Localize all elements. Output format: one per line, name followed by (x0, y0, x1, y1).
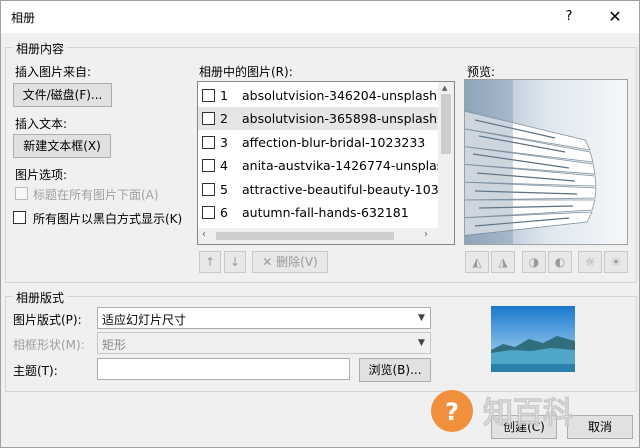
album-layout-group-label: 相册版式 (13, 289, 68, 306)
newspaper-stack-image (465, 80, 627, 244)
increase-brightness-button[interactable]: ☼ (578, 251, 602, 273)
remove-button[interactable]: ✕ 删除(V) (252, 251, 328, 273)
list-item-filename: anita-austvika-1426774-unsplash (242, 158, 452, 174)
scrollbar-corner (438, 228, 454, 244)
list-item-checkbox[interactable] (202, 112, 215, 126)
list-item[interactable]: 3 affection-blur-bridal-1023233 (198, 131, 438, 154)
list-item[interactable]: 2 absolutvision-365898-unsplash (198, 107, 438, 131)
caption-below-checkbox[interactable] (15, 187, 28, 200)
file-disk-button[interactable]: 文件/磁盘(F)... (13, 83, 112, 107)
decrease-brightness-button[interactable]: ☀ (604, 251, 628, 273)
scroll-left-icon[interactable]: ‹ (202, 229, 206, 240)
insert-picture-label: 插入图片来自: (15, 65, 92, 79)
help-button[interactable]: ? (557, 5, 581, 29)
list-item-filename: autumn-fall-hands-632181 (242, 205, 409, 220)
list-item-number: 2 (220, 111, 228, 127)
rotate-left-button[interactable]: ◭ (465, 251, 489, 273)
picture-layout-select[interactable]: 适应幻灯片尺寸 ▼ (97, 307, 431, 329)
pictures-listbox[interactable]: 1 absolutvision-346204-unsplash 2 absolutvi… (197, 81, 455, 245)
move-down-button[interactable]: ↓ (224, 251, 246, 273)
list-item-filename: absolutvision-365898-unsplash (242, 111, 438, 127)
decrease-contrast-button[interactable]: ◐ (548, 251, 572, 273)
album-content-group-label: 相册内容 (13, 40, 68, 57)
increase-contrast-button[interactable]: ◑ (522, 251, 546, 273)
caption-below-label: 标题在所有图片下面(A) (33, 188, 159, 202)
photo-album-dialog: 相册 ? ✕ 相册内容 插入图片来自: 文件/磁盘(F)... 插入文本: 新建… (0, 0, 640, 448)
black-white-label: 所有图片以黑白方式显示(K) (33, 212, 183, 226)
contrast-up-icon: ◑ (528, 255, 540, 269)
frame-shape-label: 相框形状(M): (13, 338, 85, 352)
list-item-checkbox[interactable] (202, 89, 215, 102)
list-item-number: 3 (220, 134, 228, 150)
scroll-right-icon[interactable]: › (424, 229, 428, 240)
horizontal-scrollbar[interactable]: ‹ › (198, 228, 438, 244)
list-item-number: 6 (220, 205, 228, 220)
layout-preview-image (491, 306, 575, 372)
window-title: 相册 (11, 11, 36, 25)
landscape-thumbnail (491, 306, 575, 372)
theme-label: 主题(T): (13, 364, 58, 378)
picture-options-label: 图片选项: (15, 168, 68, 182)
scroll-up-icon[interactable]: ▲ (442, 84, 447, 92)
vertical-scrollbar[interactable]: ▲ (438, 82, 454, 228)
watermark-question-icon: ? (445, 398, 459, 426)
list-item-checkbox[interactable] (202, 182, 215, 196)
remove-icon: ✕ (262, 255, 273, 269)
picture-layout-value: 适应幻灯片尺寸 (102, 313, 187, 327)
browse-button[interactable]: 浏览(B)... (359, 358, 431, 382)
preview-label: 预览: (467, 65, 496, 79)
list-item-number: 1 (220, 88, 228, 103)
list-item-filename: affection-blur-bridal-1023233 (242, 134, 426, 150)
picture-layout-label: 图片版式(P): (13, 313, 82, 327)
rotate-right-button[interactable]: ◮ (491, 251, 515, 273)
list-item-filename: attractive-beautiful-beauty-1030 (242, 181, 447, 197)
list-item-number: 4 (220, 158, 228, 174)
black-white-checkbox[interactable] (13, 211, 26, 224)
vertical-scroll-thumb[interactable] (441, 94, 451, 154)
site-watermark: ? 知百科 (425, 381, 639, 445)
arrow-up-icon: ↑ (204, 255, 216, 269)
frame-shape-value: 矩形 (102, 338, 127, 352)
move-up-button[interactable]: ↑ (199, 251, 221, 273)
list-item-filename: absolutvision-346204-unsplash (242, 88, 438, 103)
brightness-down-icon: ☀ (610, 255, 622, 269)
rotate-right-icon: ◮ (498, 255, 508, 269)
remove-label: 删除(V) (276, 255, 318, 269)
list-item-number: 5 (220, 181, 228, 197)
close-button[interactable]: ✕ (601, 5, 629, 29)
list-item[interactable]: 6 autumn-fall-hands-632181 (198, 201, 438, 224)
rotate-left-icon: ◭ (472, 255, 482, 269)
watermark-text: 知百科 (483, 396, 573, 431)
list-item[interactable]: 4 anita-austvika-1426774-unsplash (198, 154, 451, 177)
watermark-logo: ? 知百科 (431, 390, 573, 432)
chevron-down-icon: ▼ (418, 313, 425, 323)
brightness-up-icon: ☼ (584, 255, 596, 269)
insert-text-label: 插入文本: (15, 117, 68, 131)
list-item-checkbox[interactable] (202, 135, 215, 149)
horizontal-scroll-thumb[interactable] (216, 232, 394, 240)
theme-input[interactable] (97, 358, 350, 380)
list-item[interactable]: 1 absolutvision-346204-unsplash (198, 84, 438, 107)
chevron-down-icon: ▼ (418, 338, 425, 348)
picture-preview (464, 79, 628, 245)
new-text-box-button[interactable]: 新建文本框(X) (13, 134, 111, 158)
contrast-down-icon: ◐ (554, 255, 566, 269)
frame-shape-select[interactable]: 矩形 ▼ (97, 332, 431, 354)
arrow-down-icon: ↓ (229, 255, 241, 269)
list-item-checkbox[interactable] (202, 206, 215, 219)
list-item-checkbox[interactable] (202, 159, 215, 173)
pictures-in-album-label: 相册中的图片(R): (199, 65, 293, 79)
list-item[interactable]: 5 attractive-beautiful-beauty-1030 (198, 178, 447, 201)
title-bar: 相册 ? ✕ (1, 1, 639, 33)
